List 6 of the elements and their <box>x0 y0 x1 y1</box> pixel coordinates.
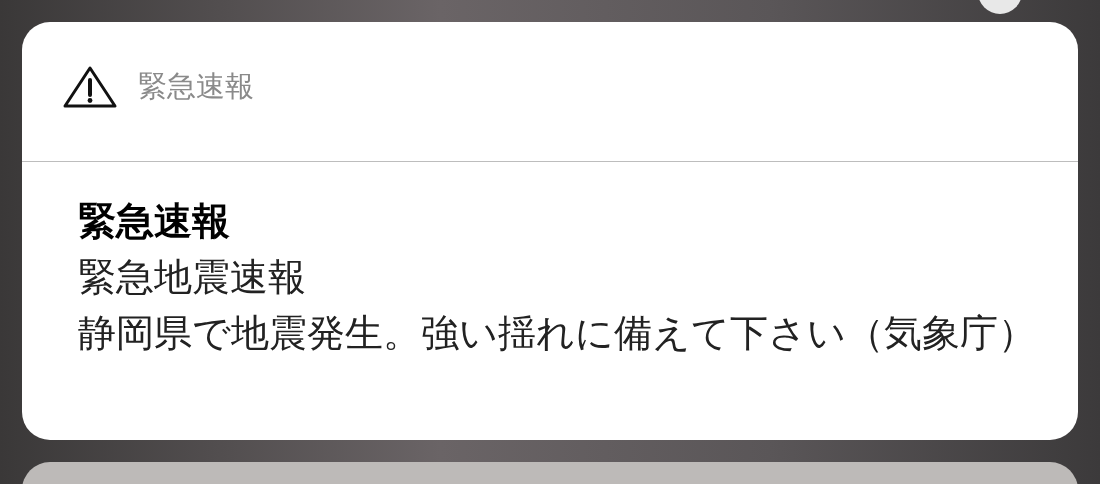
warning-icon <box>62 64 118 109</box>
notification-card[interactable]: 緊急速報 緊急速報 緊急地震速報 静岡県で地震発生。強い揺れに備えて下さい（気象庁） <box>22 22 1078 440</box>
notification-text: 静岡県で地震発生。強い揺れに備えて下さい（気象庁） <box>78 310 1037 357</box>
notification-title: 緊急速報 <box>78 198 231 245</box>
app-name: 緊急速報 <box>138 67 254 105</box>
notification-text: 緊急地震速報 <box>78 254 307 301</box>
